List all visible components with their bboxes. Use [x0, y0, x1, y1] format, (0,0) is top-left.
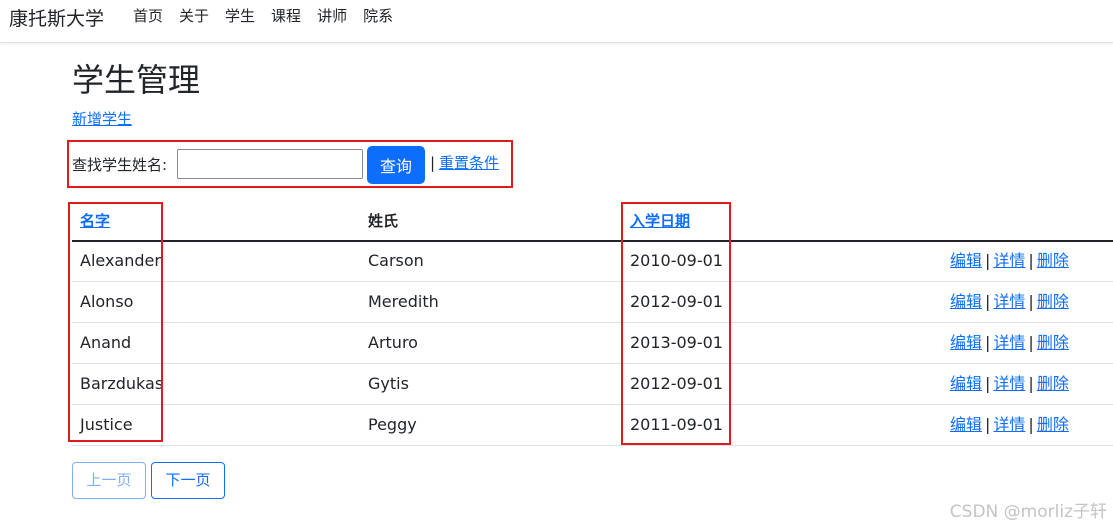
- search-label: 查找学生姓名:: [72, 156, 168, 174]
- edit-link[interactable]: 编辑: [950, 251, 982, 270]
- action-separator: |: [1028, 415, 1034, 434]
- cell-last-name: Meredith: [368, 292, 439, 311]
- reset-filter-link[interactable]: 重置条件: [439, 153, 499, 173]
- brand-link[interactable]: 康托斯大学: [9, 4, 104, 31]
- header-last-name: 姓氏: [368, 212, 399, 230]
- delete-link[interactable]: 删除: [1037, 415, 1069, 434]
- table-row: Justice Peggy 2011-09-01 编辑 | 详情 | 删除: [72, 405, 1113, 446]
- edit-link[interactable]: 编辑: [950, 292, 982, 311]
- page-title: 学生管理: [72, 61, 201, 99]
- cell-last-name: Peggy: [368, 415, 417, 434]
- table-row: Barzdukas Gytis 2012-09-01 编辑 | 详情 | 删除: [72, 364, 1113, 405]
- delete-link[interactable]: 删除: [1037, 292, 1069, 311]
- watermark: CSDN @morliz子轩: [949, 502, 1107, 522]
- nav-link-departments[interactable]: 院系: [363, 6, 393, 26]
- action-separator: |: [985, 374, 991, 393]
- details-link[interactable]: 详情: [993, 333, 1025, 352]
- row-actions: 编辑 | 详情 | 删除: [950, 415, 1069, 435]
- nav-link-about[interactable]: 关于: [179, 6, 209, 26]
- action-separator: |: [985, 415, 991, 434]
- action-separator: |: [1028, 374, 1034, 393]
- edit-link[interactable]: 编辑: [950, 374, 982, 393]
- cell-last-name: Carson: [368, 251, 424, 270]
- action-separator: |: [985, 333, 991, 352]
- row-actions: 编辑 | 详情 | 删除: [950, 251, 1069, 271]
- row-actions: 编辑 | 详情 | 删除: [950, 333, 1069, 353]
- create-student-link[interactable]: 新增学生: [72, 109, 132, 129]
- action-separator: |: [1028, 292, 1034, 311]
- action-separator: |: [1028, 333, 1034, 352]
- next-page-button[interactable]: 下一页: [151, 462, 225, 499]
- edit-link[interactable]: 编辑: [950, 415, 982, 434]
- search-input[interactable]: [177, 149, 363, 179]
- nav-link-courses[interactable]: 课程: [271, 6, 301, 26]
- row-actions: 编辑 | 详情 | 删除: [950, 374, 1069, 394]
- details-link[interactable]: 详情: [993, 374, 1025, 393]
- nav-link-instructors[interactable]: 讲师: [317, 6, 347, 26]
- nav-link-students[interactable]: 学生: [225, 6, 255, 26]
- nav-link-home[interactable]: 首页: [133, 6, 163, 26]
- enrollment-date-column-highlight: [621, 202, 731, 445]
- cell-last-name: Gytis: [368, 374, 409, 393]
- delete-link[interactable]: 删除: [1037, 333, 1069, 352]
- action-separator: |: [985, 292, 991, 311]
- edit-link[interactable]: 编辑: [950, 333, 982, 352]
- details-link[interactable]: 详情: [993, 292, 1025, 311]
- table-row: Alonso Meredith 2012-09-01 编辑 | 详情 | 删除: [72, 282, 1113, 323]
- table-row: Alexander Carson 2010-09-01 编辑 | 详情 | 删除: [72, 241, 1113, 282]
- delete-link[interactable]: 删除: [1037, 251, 1069, 270]
- details-link[interactable]: 详情: [993, 251, 1025, 270]
- delete-link[interactable]: 删除: [1037, 374, 1069, 393]
- cell-last-name: Arturo: [368, 333, 418, 352]
- row-actions: 编辑 | 详情 | 删除: [950, 292, 1069, 312]
- navbar: 康托斯大学 首页 关于 学生 课程 讲师 院系: [0, 0, 1113, 43]
- prev-page-button[interactable]: 上一页: [72, 462, 146, 499]
- nav-links: 首页 关于 学生 课程 讲师 院系: [133, 6, 409, 26]
- first-name-column-highlight: [68, 202, 163, 442]
- search-separator: |: [430, 154, 436, 172]
- action-separator: |: [1028, 251, 1034, 270]
- table-row: Anand Arturo 2013-09-01 编辑 | 详情 | 删除: [72, 323, 1113, 364]
- details-link[interactable]: 详情: [993, 415, 1025, 434]
- search-button[interactable]: 查询: [367, 146, 425, 184]
- action-separator: |: [985, 251, 991, 270]
